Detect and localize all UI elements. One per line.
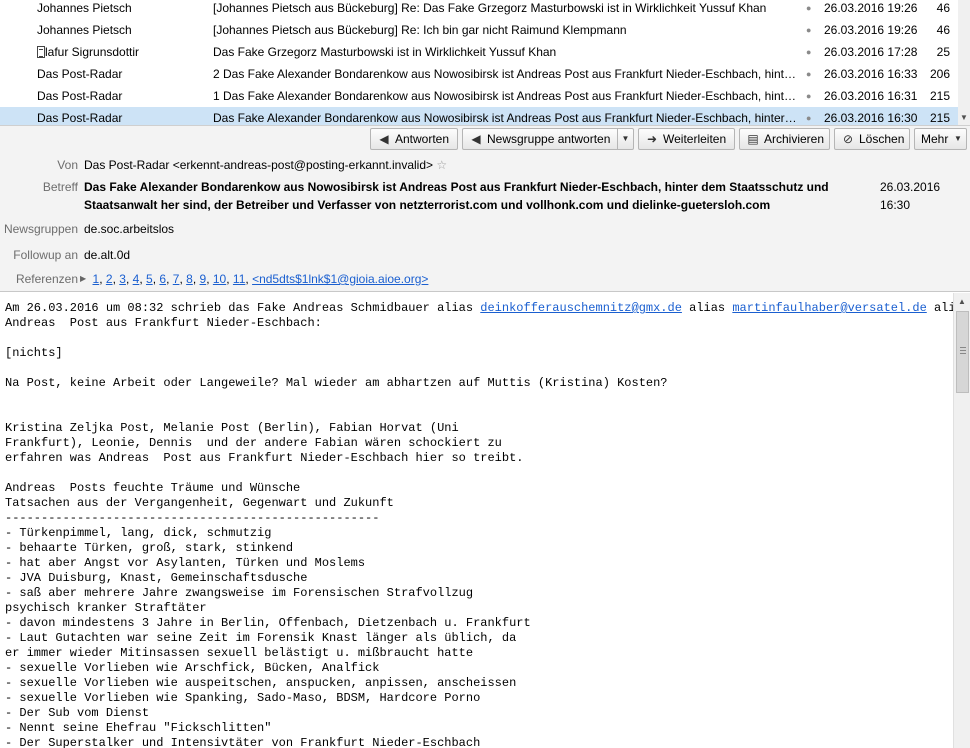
message-id-link[interactable]: <nd5dts$1lnk$1@gioia.aioe.org> <box>252 272 428 286</box>
body-content: [nichts] Na Post, keine Arbeit oder Lang… <box>5 346 668 748</box>
read-status-dot-icon[interactable]: ● <box>806 63 816 85</box>
reference-link[interactable]: 5 <box>146 272 153 286</box>
message-author: Johannes Pietsch <box>37 1 132 15</box>
message-subject: 1 Das Fake Alexander Bondarenkow aus Now… <box>213 89 798 103</box>
read-status-dot-icon[interactable]: ● <box>806 107 816 125</box>
more-button[interactable]: Mehr ▼ <box>914 128 967 150</box>
message-list-scrollbar[interactable]: ▼ <box>958 0 970 125</box>
reference-link[interactable]: 8 <box>186 272 193 286</box>
message-list[interactable]: Johannes Pietsch [Johannes Pietsch aus B… <box>0 0 970 126</box>
message-author: Das Post-Radar <box>37 89 123 103</box>
message-toolbar: ◀ Antworten ◀ Newsgruppe antworten ▼ ➜ Weit… <box>0 126 970 152</box>
more-button-label: Mehr <box>921 132 949 146</box>
read-status-dot-icon[interactable]: ● <box>806 85 816 107</box>
email-link[interactable]: martinfaulhaber@versatel.de <box>732 301 926 315</box>
reply-arrow-icon: ◀ <box>379 132 389 146</box>
references-label: Referenzen <box>15 272 78 286</box>
reply-button[interactable]: ◀ Antworten <box>370 128 458 150</box>
reference-link[interactable]: 3 <box>119 272 126 286</box>
reference-link[interactable]: 10 <box>213 272 226 286</box>
delete-button[interactable]: ⊘ Löschen <box>834 128 910 150</box>
missing-glyph-icon <box>37 46 45 58</box>
message-author: Das Post-Radar <box>37 111 123 125</box>
followup-label: Followup an <box>13 248 78 262</box>
message-row[interactable]: Das Post-Radar 2 Das Fake Alexander Bond… <box>0 63 958 85</box>
followup-value[interactable]: de.alt.0d <box>84 248 130 262</box>
message-subject: 2 Das Fake Alexander Bondarenkow aus Now… <box>213 67 798 81</box>
forward-button-label: Weiterleiten <box>663 132 727 146</box>
message-size: 46 <box>936 23 950 37</box>
message-date: 26.03.2016 19:26 <box>824 1 918 15</box>
expand-twisty-icon[interactable]: ▶ <box>80 274 86 283</box>
message-date-value: 26.03.2016 16:30 <box>880 180 941 212</box>
reply-newsgroup-button-label: Newsgruppe antworten <box>487 132 611 146</box>
message-row[interactable]: lafur Sigrunsdottir Das Fake Grzegorz Ma… <box>0 41 958 63</box>
message-date: 26.03.2016 16:33 <box>824 67 918 81</box>
message-subject: Das Fake Alexander Bondarenkow aus Nowos… <box>213 111 798 125</box>
message-size: 215 <box>929 89 950 103</box>
scrollbar-thumb[interactable] <box>956 311 969 393</box>
subject-label: Betreff <box>42 180 78 194</box>
star-icon[interactable]: ☆ <box>436 158 447 172</box>
message-subject: [Johannes Pietsch aus Bückeburg] Re: Ich… <box>213 23 627 37</box>
scroll-down-arrow-icon[interactable]: ▼ <box>960 113 968 122</box>
message-date: 26.03.2016 17:28 <box>824 45 918 59</box>
forward-button[interactable]: ➜ Weiterleiten <box>638 128 735 150</box>
reply-newsgroup-button[interactable]: ◀ Newsgruppe antworten ▼ <box>462 128 634 150</box>
grip-icon <box>960 347 966 354</box>
read-status-dot-icon[interactable]: ● <box>806 0 816 19</box>
newsgroup-reply-icon: ◀ <box>471 132 481 146</box>
archive-button[interactable]: ▤ Archivieren <box>739 128 830 150</box>
message-subject: Das Fake Grzegorz Masturbowski ist in Wi… <box>213 45 557 59</box>
message-row-selected[interactable]: Das Post-Radar Das Fake Alexander Bondar… <box>0 107 958 125</box>
reference-link[interactable]: 2 <box>106 272 113 286</box>
from-value[interactable]: Das Post-Radar <erkennt-andreas-post@pos… <box>84 158 447 172</box>
message-author: Das Post-Radar <box>37 67 123 81</box>
message-size: 46 <box>936 1 950 15</box>
forward-arrow-icon: ➜ <box>646 132 658 146</box>
message-size: 215 <box>929 111 950 125</box>
scroll-up-arrow-icon[interactable]: ▲ <box>958 297 966 306</box>
message-author: lafur Sigrunsdottir <box>45 45 140 59</box>
message-body-pane[interactable]: Am 26.03.2016 um 08:32 schrieb das Fake … <box>0 293 970 748</box>
message-header-pane: ◀ Antworten ◀ Newsgruppe antworten ▼ ➜ Weit… <box>0 126 970 292</box>
email-link[interactable]: deinkofferauschemnitz@gmx.de <box>480 301 682 315</box>
newsgroups-value[interactable]: de.soc.arbeitslos <box>84 222 174 236</box>
delete-button-label: Löschen <box>859 132 905 146</box>
message-date: 26.03.2016 16:30 <box>824 111 918 125</box>
from-label: Von <box>57 158 78 172</box>
references-list: ▶ 1, 2, 3, 4, 5, 6, 7, 8, 9, 10, 11, <nd… <box>80 272 429 286</box>
body-scrollbar[interactable]: ▲ <box>953 293 970 748</box>
message-author-cell: lafur Sigrunsdottir <box>37 41 207 63</box>
reference-link[interactable]: 11 <box>233 272 245 286</box>
subject-value: Das Fake Alexander Bondarenkow aus Nowos… <box>84 180 829 212</box>
message-body-text: Am 26.03.2016 um 08:32 schrieb das Fake … <box>5 301 970 748</box>
message-date: 26.03.2016 16:31 <box>824 89 918 103</box>
body-alias: alias <box>681 301 733 315</box>
message-row[interactable]: Das Post-Radar 1 Das Fake Alexander Bond… <box>0 85 958 107</box>
from-address[interactable]: Das Post-Radar <erkennt-andreas-post@pos… <box>84 158 433 172</box>
message-date: 26.03.2016 19:26 <box>824 23 918 37</box>
chevron-down-icon[interactable]: ▼ <box>617 129 633 149</box>
message-size: 206 <box>929 67 950 81</box>
read-status-dot-icon[interactable]: ● <box>806 19 816 41</box>
message-row[interactable]: Johannes Pietsch [Johannes Pietsch aus B… <box>0 0 958 19</box>
newsgroups-label: Newsgruppen <box>3 222 78 236</box>
message-size: 25 <box>936 45 950 59</box>
body-intro: Am 26.03.2016 um 08:32 schrieb das Fake … <box>5 301 481 315</box>
message-subject: [Johannes Pietsch aus Bückeburg] Re: Das… <box>213 1 767 15</box>
chevron-down-icon: ▼ <box>954 134 962 143</box>
archive-box-icon: ▤ <box>747 132 759 146</box>
message-author: Johannes Pietsch <box>37 23 132 37</box>
read-status-dot-icon[interactable]: ● <box>806 41 816 63</box>
message-row[interactable]: Johannes Pietsch [Johannes Pietsch aus B… <box>0 19 958 41</box>
delete-circle-icon: ⊘ <box>842 132 854 146</box>
archive-button-label: Archivieren <box>764 132 825 146</box>
reply-button-label: Antworten <box>395 132 450 146</box>
